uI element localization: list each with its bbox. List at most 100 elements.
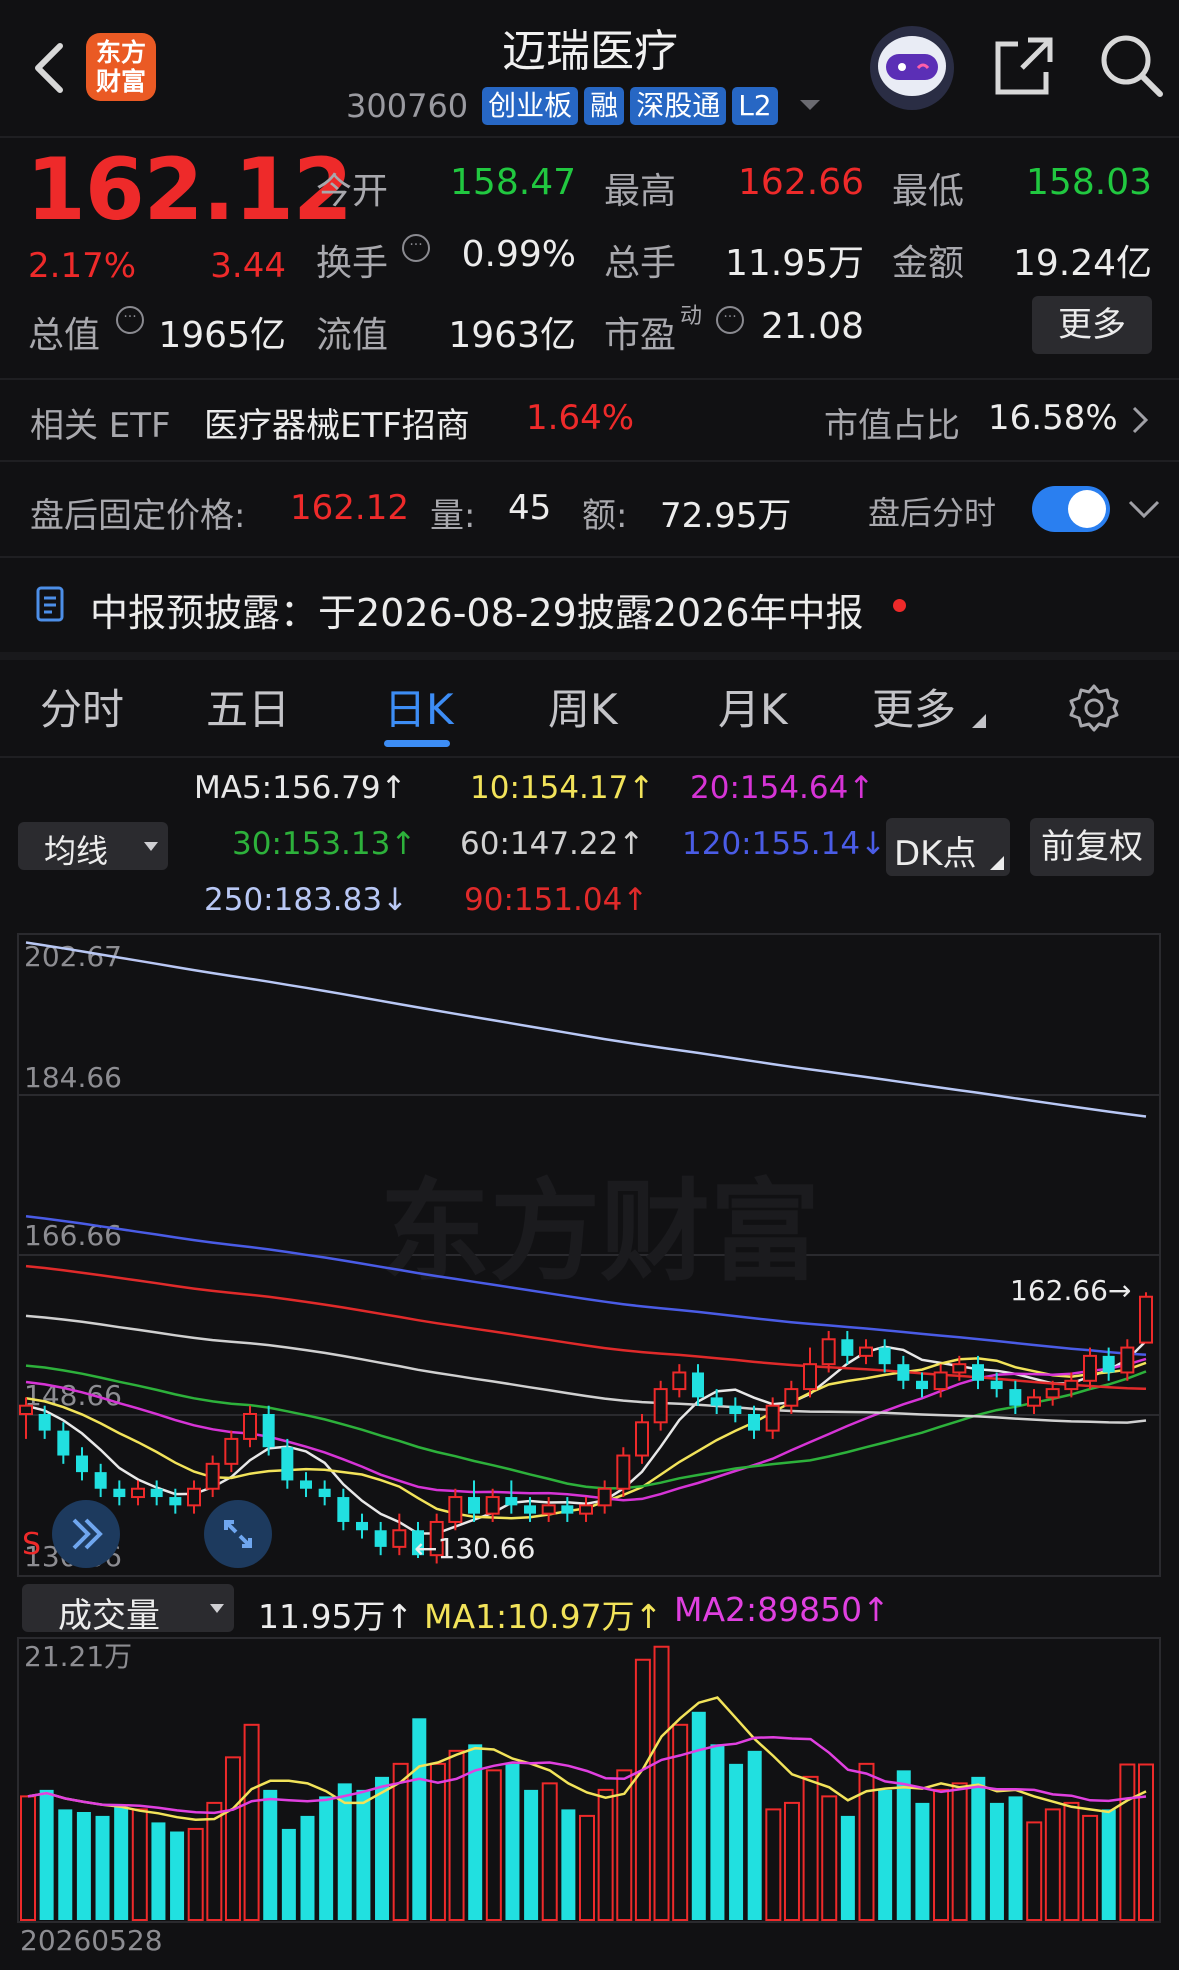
candle-body (281, 1447, 294, 1481)
candle-body (1083, 1354, 1097, 1382)
etf-label: 相关 ETF (30, 406, 171, 446)
candle-body (1009, 1389, 1022, 1406)
tab-more[interactable]: 更多 (872, 676, 956, 737)
candle (505, 1480, 518, 1514)
candle-body (205, 1462, 220, 1490)
candle-body (131, 1487, 145, 1499)
notice-row[interactable]: 中报预披露：于2026-08-29披露2026年中报 (0, 558, 1179, 652)
candle-body (784, 1388, 799, 1407)
ma10-value: 10:154.17↑ (470, 770, 654, 806)
tab-intraday[interactable]: 分时 (40, 676, 124, 737)
candle-body (1102, 1355, 1115, 1373)
turnover-value: 0.99% (461, 234, 576, 275)
volume-bar (356, 1789, 371, 1920)
expand-icon (224, 1520, 252, 1548)
y-label-184: 184.66 (24, 1061, 122, 1094)
volume-bar (39, 1789, 54, 1920)
candle-body (1045, 1388, 1060, 1399)
stock-code-row[interactable]: 300760 创业板 融 深股通 L2 (346, 86, 820, 126)
candle-body (729, 1405, 742, 1415)
volume-text: 11.95万 (258, 1597, 386, 1636)
caret-down-icon (210, 1604, 224, 1613)
volume-value: 11.95万 (724, 243, 864, 284)
gear-icon[interactable] (1068, 682, 1120, 734)
candle (916, 1372, 928, 1398)
float-value: 1963亿 (448, 315, 576, 356)
change-pct: 2.17% (28, 246, 137, 286)
afterhours-toggle-label: 盘后分时 (868, 494, 997, 532)
chevron-down-icon[interactable] (1128, 500, 1160, 520)
mktcap-info-icon[interactable]: ··· (116, 306, 144, 334)
tab-five-day[interactable]: 五日 (206, 676, 290, 737)
vol-ma1-text: MA1:10.97万 (424, 1597, 635, 1636)
candle-body (748, 1414, 760, 1431)
volume-bar (429, 1762, 446, 1921)
chevron-right-icon (1132, 406, 1149, 434)
volume-bar (375, 1776, 390, 1920)
candle-body (38, 1414, 51, 1431)
candle (94, 1463, 107, 1498)
vol-ma2-value: MA2:89850↑ (674, 1590, 890, 1629)
robot-assistant-icon[interactable] (866, 24, 958, 112)
pe-value: 21.08 (760, 306, 864, 347)
volume-bar (1119, 1763, 1136, 1921)
volume-bar (729, 1763, 744, 1920)
volume-select[interactable]: 成交量 (22, 1584, 234, 1636)
volume-y-max: 21.21万 (24, 1640, 132, 1673)
more-triangle-icon (972, 714, 986, 728)
kline-chart[interactable]: 东方财富 202.67 184.66 166.66 148.66 130.66 … (0, 930, 1179, 1580)
candle (337, 1488, 350, 1531)
dk-point-button[interactable]: DK点 (886, 818, 1010, 876)
dk-point-label: DK点 (894, 834, 977, 874)
candle-body (113, 1488, 126, 1498)
candle (878, 1339, 891, 1373)
volume-bar (597, 1788, 614, 1921)
volume-bar (131, 1808, 148, 1921)
volume-bar (114, 1806, 129, 1920)
forward-adjust-button[interactable]: 前复权 (1030, 818, 1154, 876)
share-button[interactable] (992, 34, 1056, 98)
volume-bar (747, 1750, 762, 1920)
search-icon (1101, 35, 1163, 97)
turnover-info-icon[interactable]: ··· (402, 234, 430, 262)
tab-weekly-k[interactable]: 周K (548, 676, 618, 737)
ma60-arrow: ↑ (618, 826, 645, 862)
volume-bar (412, 1718, 427, 1920)
pe-label: 市盈 (604, 315, 677, 356)
scroll-latest-button[interactable] (52, 1500, 120, 1568)
afterhours-toggle[interactable] (1032, 486, 1110, 532)
volume-bar (224, 1756, 241, 1921)
back-button[interactable] (30, 38, 70, 98)
more-quote-button[interactable]: 更多 (1032, 296, 1152, 354)
candle-body (94, 1472, 107, 1489)
ma30-arrow: ↑ (390, 826, 417, 862)
candle-body (990, 1380, 1003, 1390)
volume-bar (95, 1815, 110, 1920)
y-label-166: 166.66 (24, 1219, 122, 1252)
afterhours-price-label: 盘后固定价格: (30, 496, 246, 536)
tab-daily-k[interactable]: 日K (384, 676, 454, 737)
candle (76, 1447, 88, 1481)
change-value: 3.44 (210, 246, 286, 286)
candle (243, 1405, 257, 1448)
etf-row[interactable]: 相关 ETF 医疗器械ETF招商 1.64% 市值占比 16.58% (0, 380, 1179, 460)
tab-monthly-k[interactable]: 月K (718, 676, 788, 737)
ma5-value: MA5:156.79↑ (194, 770, 407, 806)
candle-body (653, 1388, 668, 1424)
pe-info-icon[interactable]: ··· (716, 306, 744, 334)
volume-bar (1008, 1796, 1023, 1920)
candle-body (541, 1504, 556, 1515)
candle-body (765, 1404, 780, 1432)
candle (616, 1447, 631, 1498)
search-button[interactable] (1098, 32, 1164, 98)
caret-down-icon (144, 842, 158, 851)
volume-bar (1101, 1809, 1116, 1920)
candle (205, 1455, 220, 1498)
ma-select[interactable]: 均线 (18, 822, 168, 870)
ma10-arrow: ↑ (628, 770, 655, 806)
ma5-text: MA5:156.79 (194, 770, 381, 806)
volume-bar (151, 1822, 166, 1920)
candle (1120, 1339, 1135, 1381)
expand-chart-button[interactable] (204, 1500, 272, 1568)
volume-chart[interactable]: 21.21万 20260528 (0, 1636, 1179, 1970)
